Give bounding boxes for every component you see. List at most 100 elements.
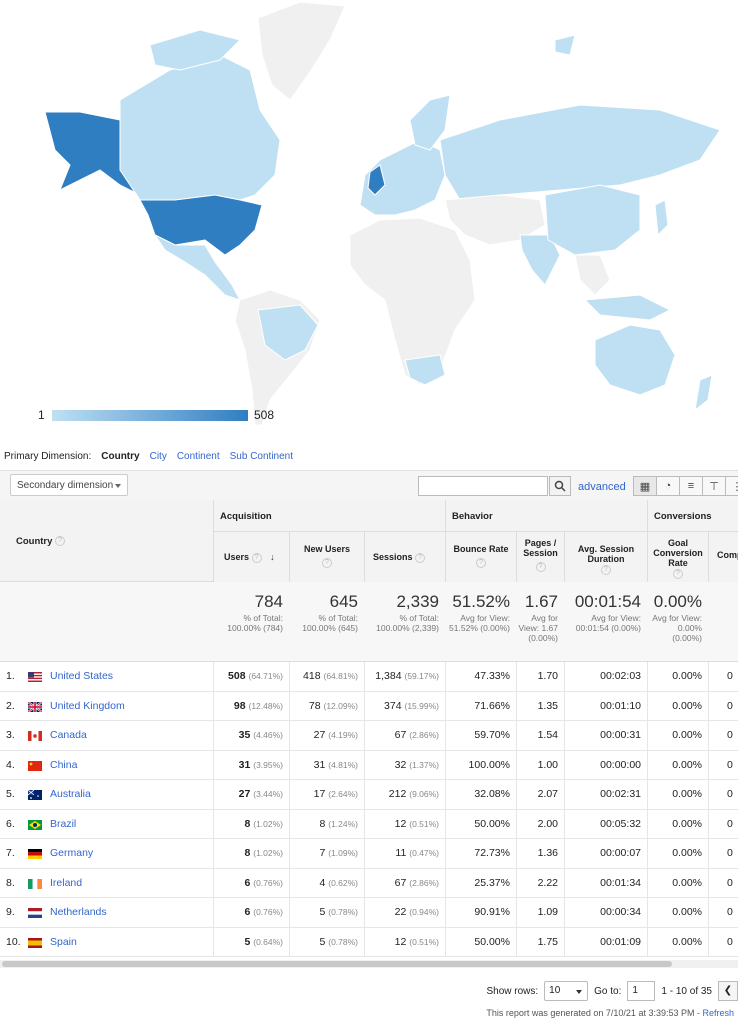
row-index: 1. bbox=[6, 670, 15, 682]
users-percent: (0.76%) bbox=[253, 877, 283, 888]
world-map[interactable]: 1 508 bbox=[0, 0, 738, 440]
country-link[interactable]: Canada bbox=[50, 721, 87, 750]
new-users-percent: (0.78%) bbox=[328, 907, 358, 917]
table-search-input[interactable] bbox=[418, 476, 548, 496]
table-row: 3. Canada 35 (4.46%) 27 (4.19%) 67 (2.86%) 59… bbox=[0, 721, 738, 751]
performance-view-icon[interactable]: ≡ bbox=[679, 476, 703, 496]
help-icon[interactable]: ? bbox=[55, 536, 66, 547]
total-bounce-rate: 51.52% Avg for View: 51.52% (0.00%) bbox=[445, 592, 516, 633]
users-cell: 27 (3.44%) bbox=[213, 780, 289, 809]
previous-page-button[interactable]: ❮ bbox=[718, 981, 738, 1001]
sessions-value: 1,384 bbox=[375, 670, 402, 682]
help-icon[interactable]: ? bbox=[322, 557, 332, 568]
users-value: 6 bbox=[244, 906, 251, 918]
show-rows-select[interactable]: 10 bbox=[544, 981, 589, 1001]
users-percent: (3.95%) bbox=[253, 759, 283, 770]
map-legend: 1 508 bbox=[38, 405, 278, 425]
help-icon[interactable]: ? bbox=[415, 552, 426, 563]
new-users-value: 78 bbox=[308, 699, 321, 712]
dimension-city[interactable]: City bbox=[150, 451, 167, 462]
country-link[interactable]: Australia bbox=[50, 780, 91, 809]
new-users-column-header[interactable]: New Users ? bbox=[289, 532, 364, 582]
goal-rate-cell: 0.00% bbox=[647, 839, 708, 868]
sessions-cell: 212 (9.06%) bbox=[364, 780, 445, 809]
bounce-rate-column-header[interactable]: Bounce Rate ? bbox=[445, 532, 516, 582]
goal-completions-column-header[interactable]: Comp bbox=[708, 532, 738, 582]
refresh-link[interactable]: Refresh bbox=[702, 1008, 734, 1018]
total-sessions-sub: % of Total: 100.00% (2,339) bbox=[376, 613, 439, 633]
country-link[interactable]: Germany bbox=[50, 839, 93, 868]
sessions-cell: 12 (0.51%) bbox=[364, 927, 445, 957]
new-users-cell: 5 (0.78%) bbox=[289, 898, 364, 927]
users-value: 98 bbox=[233, 699, 246, 712]
help-icon[interactable]: ? bbox=[251, 552, 262, 563]
total-duration-value: 00:01:54 bbox=[574, 592, 641, 611]
new-users-value: 17 bbox=[313, 788, 326, 800]
legend-gradient bbox=[52, 410, 248, 421]
total-goal-sub: Avg for View: 0.00% (0.00%) bbox=[652, 613, 702, 643]
dimension-country[interactable]: Country bbox=[101, 451, 139, 462]
sessions-percent: (1.37%) bbox=[409, 759, 439, 770]
total-duration-sub: Avg for View: 00:01:54 (0.00%) bbox=[575, 613, 641, 633]
users-value: 6 bbox=[244, 876, 251, 889]
total-goal-rate: 0.00% Avg for View: 0.00% (0.00%) bbox=[647, 592, 708, 643]
gb-flag-icon bbox=[28, 701, 42, 712]
goal-rate-cell: 0.00% bbox=[647, 809, 708, 839]
pages-session-column-header[interactable]: Pages / Session ? bbox=[516, 532, 564, 582]
total-sessions-value: 2,339 bbox=[396, 592, 439, 611]
country-link[interactable]: United Kingdom bbox=[50, 692, 125, 721]
help-icon[interactable]: ? bbox=[673, 568, 683, 579]
comparison-view-icon[interactable]: ⊤ bbox=[702, 476, 726, 496]
new-users-value: 31 bbox=[313, 758, 326, 771]
country-link[interactable]: Ireland bbox=[50, 869, 82, 898]
sessions-value: 67 bbox=[394, 729, 407, 741]
users-column-header[interactable]: Users ? ↓ bbox=[213, 532, 289, 582]
goal-completions-cell: 0 bbox=[708, 809, 738, 839]
help-icon[interactable]: ? bbox=[476, 557, 486, 568]
table-view-icon[interactable]: ▦ bbox=[633, 476, 657, 496]
new-users-value: 5 bbox=[319, 906, 326, 918]
sessions-percent: (2.86%) bbox=[409, 730, 439, 740]
secondary-dimension-dropdown[interactable]: Secondary dimension bbox=[10, 474, 128, 496]
avg-duration-column-header[interactable]: Avg. Session Duration ? bbox=[564, 532, 647, 582]
search-button[interactable] bbox=[549, 476, 571, 496]
sessions-percent: (9.06%) bbox=[409, 789, 439, 799]
sort-down-icon: ↓ bbox=[270, 552, 275, 562]
dimension-continent[interactable]: Continent bbox=[177, 451, 220, 462]
goal-rate-column-header[interactable]: Goal Conversion Rate ? bbox=[647, 532, 708, 582]
goto-input[interactable]: 1 bbox=[627, 981, 656, 1001]
scrollbar-thumb[interactable] bbox=[2, 961, 672, 967]
users-cell: 6 (0.76%) bbox=[213, 868, 289, 898]
goal-rate-cell: 0.00% bbox=[647, 780, 708, 809]
goal-completions-cell: 0 bbox=[708, 750, 738, 780]
help-icon[interactable]: ? bbox=[535, 561, 546, 572]
users-value: 8 bbox=[244, 817, 251, 830]
country-link[interactable]: China bbox=[50, 751, 77, 780]
total-new-users: 645 % of Total: 100.00% (645) bbox=[289, 592, 364, 633]
help-icon[interactable]: ? bbox=[601, 564, 611, 575]
new-users-value: 27 bbox=[313, 729, 326, 741]
dimension-sub-continent[interactable]: Sub Continent bbox=[230, 451, 293, 462]
bounce-rate-cell: 50.00% bbox=[445, 927, 516, 957]
bounce-rate-cell: 25.37% bbox=[445, 868, 516, 898]
page-range: 1 - 10 of 35 bbox=[661, 985, 712, 997]
sessions-column-header[interactable]: Sessions ? bbox=[364, 532, 445, 582]
avg-duration-cell: 00:01:09 bbox=[564, 927, 647, 957]
sessions-percent: (2.86%) bbox=[409, 877, 439, 888]
users-cell: 35 (4.46%) bbox=[213, 721, 289, 750]
country-link[interactable]: Brazil bbox=[50, 810, 76, 839]
sessions-value: 12 bbox=[394, 935, 407, 948]
horizontal-scrollbar[interactable] bbox=[0, 960, 738, 968]
secondary-dimension-label: Secondary dimension bbox=[17, 480, 114, 491]
goal-completions-cell: 0 bbox=[708, 839, 738, 868]
goal-completions-cell: 0 bbox=[708, 868, 738, 898]
country-link[interactable]: Netherlands bbox=[50, 898, 107, 927]
pivot-view-icon[interactable]: ⋮ bbox=[725, 476, 738, 496]
users-cell: 8 (1.02%) bbox=[213, 839, 289, 868]
table-row: 2. United Kingdom 98 (12.48%) 78 (12.09%) 37… bbox=[0, 691, 738, 721]
pie-view-icon[interactable]: ◔ bbox=[656, 476, 680, 496]
advanced-filter-link[interactable]: advanced bbox=[578, 481, 626, 493]
country-link[interactable]: Spain bbox=[50, 928, 77, 957]
country-link[interactable]: United States bbox=[50, 662, 113, 691]
pages-session-cell: 1.36 bbox=[516, 839, 564, 868]
